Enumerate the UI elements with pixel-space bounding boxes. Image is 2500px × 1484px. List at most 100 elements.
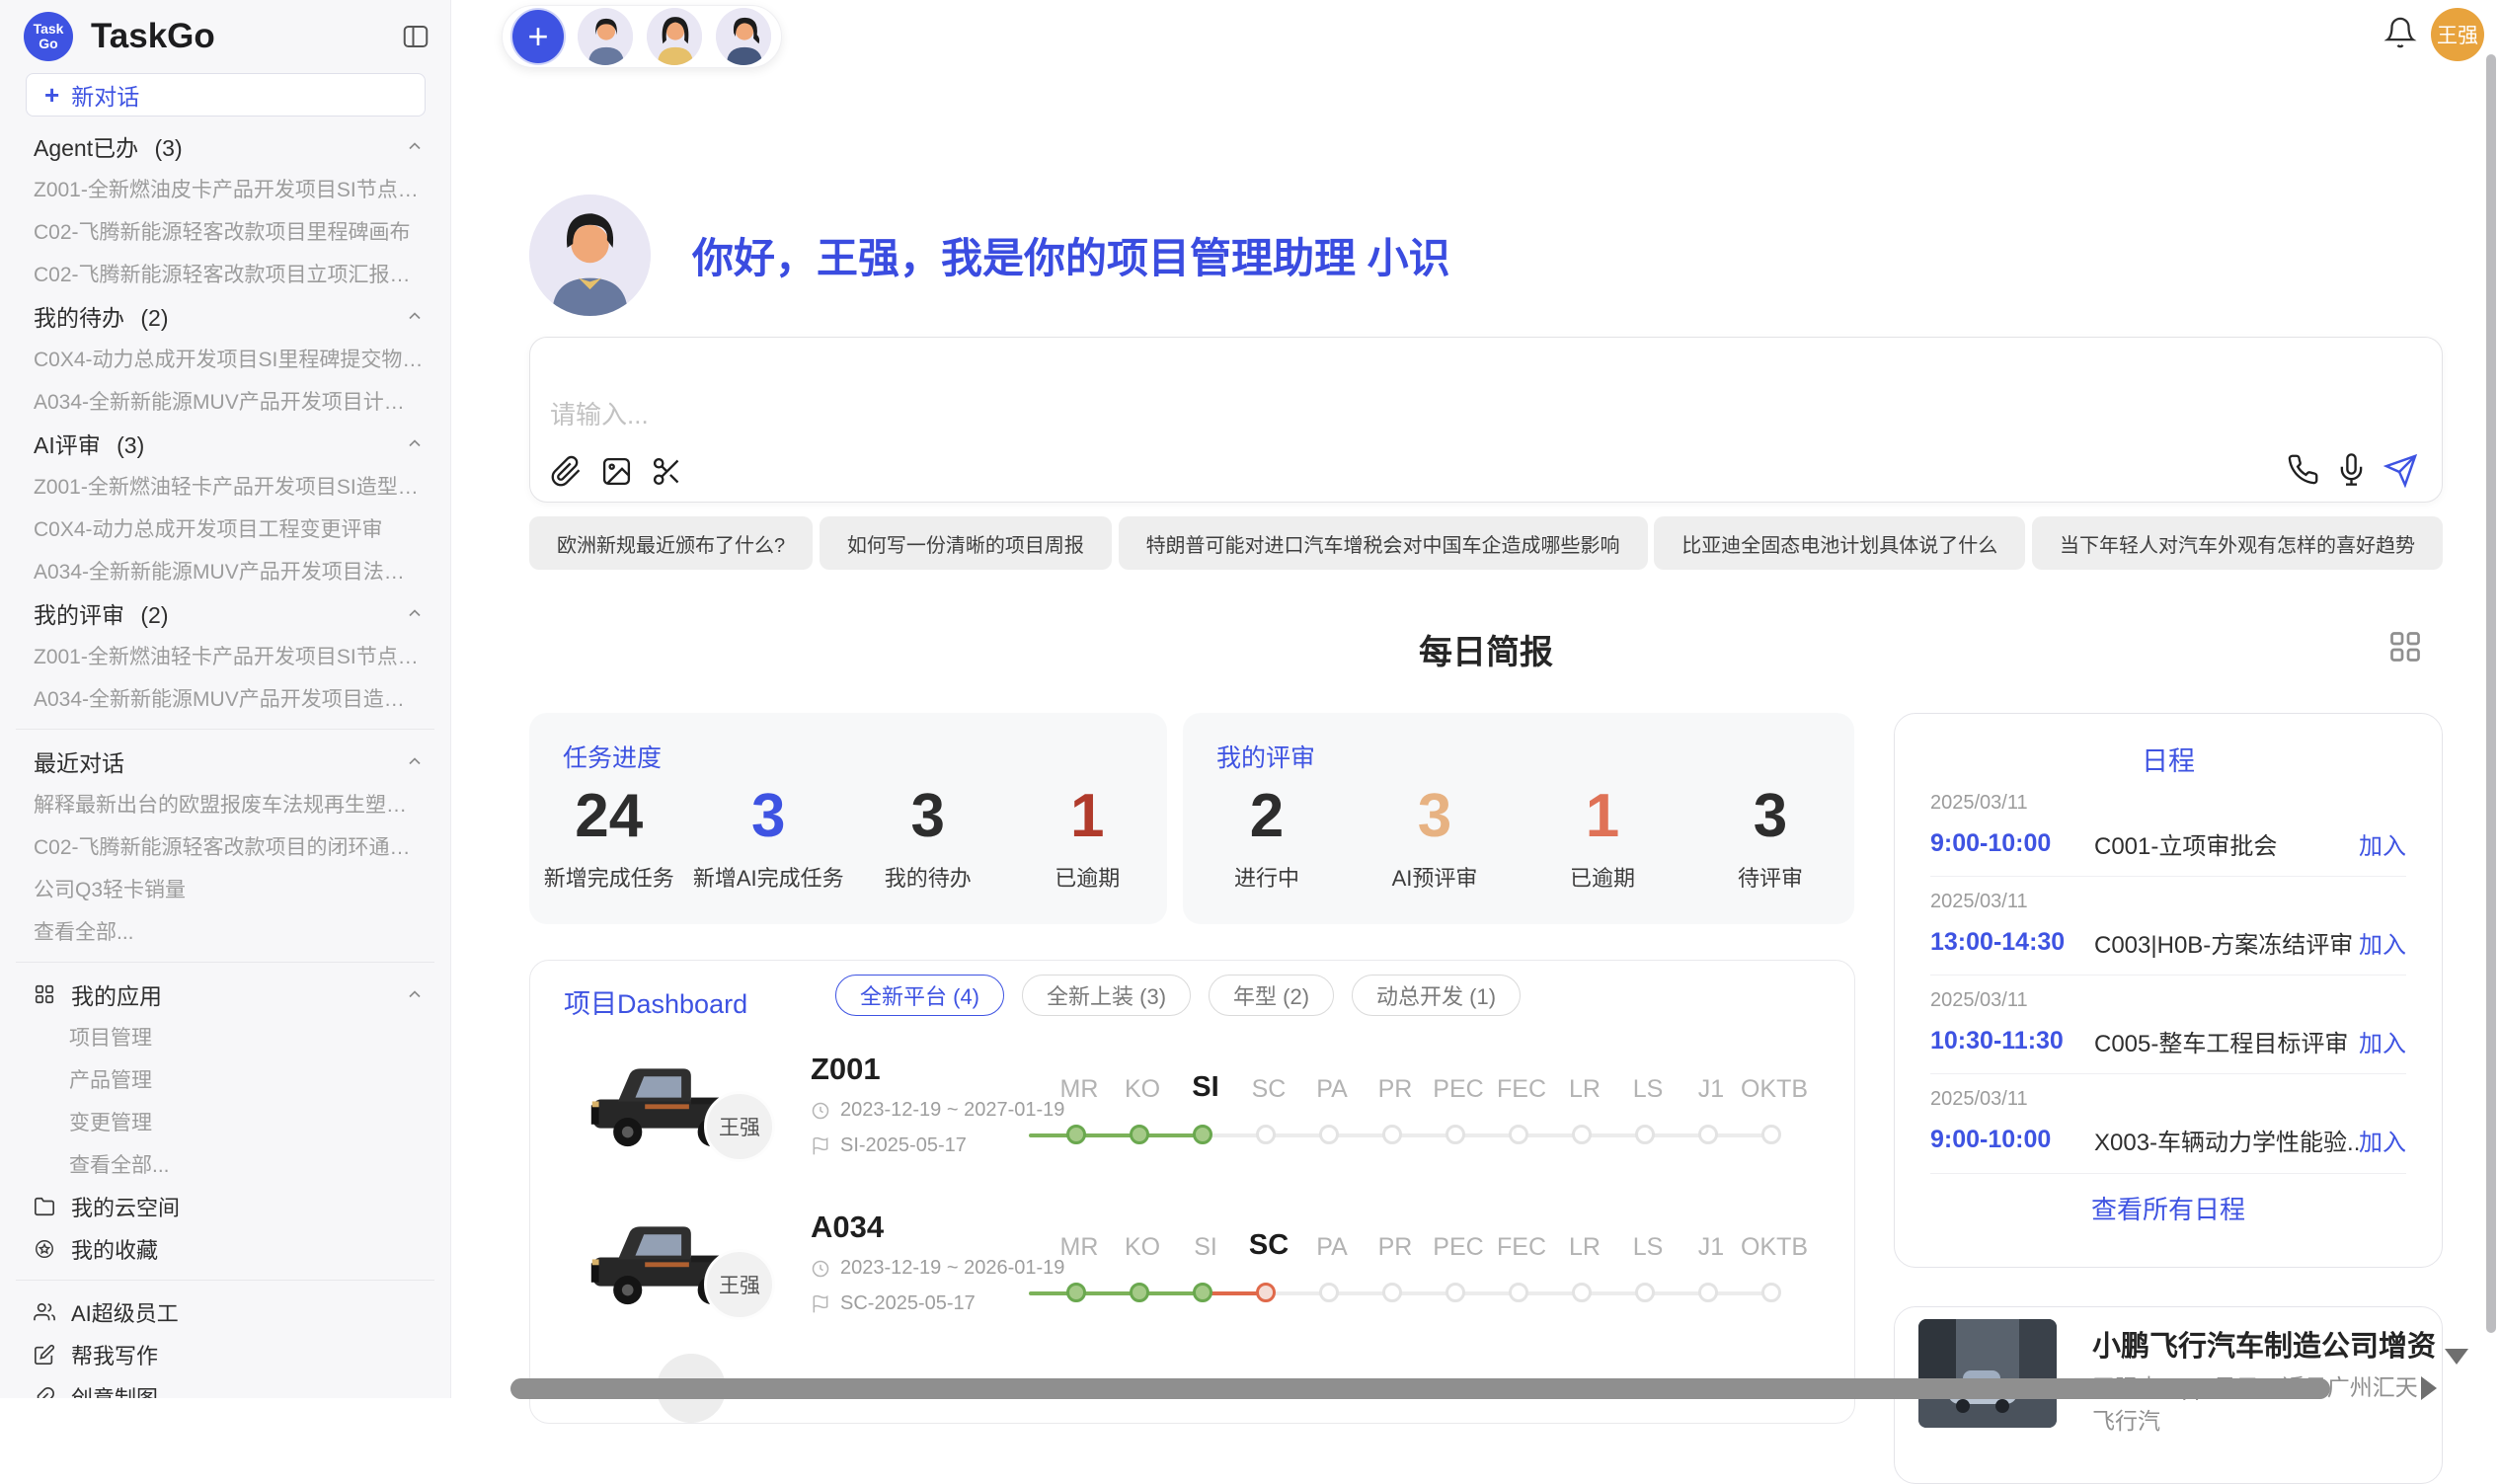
list-item[interactable]: A034-全新新能源MUV产品开发项目计划变更表编写 [0,379,450,422]
divider [16,1280,434,1281]
list-item[interactable]: 公司Q3轻卡销量 [0,867,450,909]
tab-new-platform[interactable]: 全新平台 (4) [835,975,1004,1016]
milestone-dot [1066,1283,1086,1302]
stat: 1 已逾期 [1008,784,1168,893]
stat-label: 进行中 [1183,861,1351,893]
sidebar-item-creative-drawing[interactable]: 创意制图 [0,1375,450,1398]
milestone-dot [1256,1125,1276,1144]
view-all-recent[interactable]: 查看全部... [0,909,450,952]
join-link[interactable]: 加入 [2359,1024,2406,1058]
chat-input-card [529,337,2443,503]
sidebar-collapse-icon[interactable] [401,22,430,51]
sidebar-item-change-mgmt[interactable]: 变更管理 [0,1100,450,1142]
suggestion-chip[interactable]: 特朗普可能对进口汽车增税会对中国车企造成哪些影响 [1119,516,1648,570]
view-all-schedule-link[interactable]: 查看所有日程 [1895,1190,2442,1226]
image-icon[interactable] [600,455,633,488]
list-item[interactable]: A034-全新新能源MUV产品开发项目造型可行性评审 [0,676,450,719]
project-row[interactable]: 王强 A034 2023-12-19 ~ 2026-01-19 SC-2025-… [530,1206,1855,1364]
milestone-label: LR [1569,1075,1601,1104]
avatar[interactable] [578,8,633,65]
section-header-ai-review[interactable]: AI评审 (3) [0,422,450,464]
notification-bell-icon[interactable] [2383,16,2417,49]
stat: 3 AI预评审 [1351,784,1519,893]
new-chat-button[interactable]: + 新对话 [26,73,426,117]
horizontal-scrollbar[interactable] [510,1378,2330,1399]
send-icon[interactable] [2383,453,2416,486]
list-item[interactable]: C0X4-动力总成开发项目SI里程碑提交物检查 [0,337,450,379]
card-title: 我的评审 [1216,739,1315,774]
view-all-apps[interactable]: 查看全部... [0,1142,450,1185]
sidebar-item-favorites[interactable]: 我的收藏 [0,1227,450,1270]
logo-text-bottom: Go [39,37,57,51]
list-item[interactable]: C0X4-动力总成开发项目工程变更评审 [0,507,450,549]
section-header-agent-done[interactable]: Agent已办 (3) [0,124,450,167]
stat: 3 新增AI完成任务 [689,784,849,893]
chevron-up-icon [405,306,425,326]
add-contact-button[interactable]: + [512,10,564,63]
section-count: (2) [140,305,168,331]
suggestion-chip[interactable]: 当下年轻人对汽车外观有怎样的喜好趋势 [2032,516,2443,570]
project-dates: 2023-12-19 ~ 2027-01-19 [811,1099,1064,1122]
chevron-up-icon [405,603,425,623]
milestone-dot [1509,1125,1528,1144]
section-header-my-review[interactable]: 我的评审 (2) [0,591,450,634]
suggestion-chip[interactable]: 欧洲新规最近颁布了什么? [529,516,813,570]
stat-value: 24 [529,784,689,849]
suggestion-chip[interactable]: 比亚迪全固态电池计划具体说了什么 [1654,516,2025,570]
chevron-up-icon [405,751,425,771]
briefing-layout-icon[interactable] [2387,629,2423,664]
section-header-my-apps[interactable]: 我的应用 [0,973,450,1015]
attachment-icon[interactable] [550,455,583,488]
join-link[interactable]: 加入 [2359,1123,2406,1157]
sidebar-item-help-me-write[interactable]: 帮我写作 [0,1333,450,1375]
tab-year-model[interactable]: 年型 (2) [1209,975,1334,1016]
chat-input[interactable] [550,395,2228,442]
milestone-dot [1445,1125,1465,1144]
milestone-label: KO [1125,1233,1160,1262]
microphone-icon[interactable] [2335,453,2368,486]
schedule-item: 2025/03/11 13:00-14:30 C003|H0B-方案冻结评审 加… [1930,877,2406,976]
milestone-label: PR [1378,1233,1413,1262]
project-row[interactable]: 王强 Z001 2023-12-19 ~ 2027-01-19 SI-2025-… [530,1048,1855,1206]
list-item[interactable]: Z001-全新燃油轻卡产品开发项目SI造型提交物评审 [0,464,450,507]
list-item[interactable]: 解释最新出台的欧盟报废车法规再生塑料比例被调至15%... [0,782,450,824]
briefing-title: 每日简报 [529,625,2443,673]
join-link[interactable]: 加入 [2359,826,2406,861]
user-initials: 王强 [2437,20,2478,49]
tab-powertrain[interactable]: 动总开发 (1) [1352,975,1521,1016]
schedule-time: 9:00-10:00 [1930,829,2094,858]
sidebar-item-project-mgmt[interactable]: 项目管理 [0,1015,450,1057]
section-header-recent[interactable]: 最近对话 [0,740,450,782]
list-item[interactable]: A034-全新新能源MUV产品开发项目法规符合性评审 [0,549,450,591]
section-header-my-todo[interactable]: 我的待办 (2) [0,294,450,337]
sidebar-item-product-mgmt[interactable]: 产品管理 [0,1057,450,1100]
stat-label: 待评审 [1686,861,1854,893]
scissors-icon[interactable] [651,455,683,488]
divider [16,962,434,963]
vertical-scrollbar[interactable] [2486,54,2496,1333]
user-avatar[interactable]: 王强 [2431,8,2484,61]
list-item[interactable]: C02-飞腾新能源轻客改款项目里程碑画布 [0,209,450,252]
suggestion-chip[interactable]: 如何写一份清晰的项目周报 [820,516,1112,570]
list-item[interactable]: C02-飞腾新能源轻客改款项目立项汇报方案 [0,252,450,294]
list-item[interactable]: C02-飞腾新能源轻客改款项目的闭环通告反馈情况 [0,824,450,867]
phone-icon[interactable] [2287,453,2319,486]
sidebar-item-ai-super-staff[interactable]: AI超级员工 [0,1290,450,1333]
milestone-label-current: SI [1192,1071,1218,1104]
sidebar-item-cloud-space[interactable]: 我的云空间 [0,1185,450,1227]
star-badge-icon [34,1238,55,1260]
list-item[interactable]: Z001-全新燃油皮卡产品开发项目SI节点Lesson Learn报告 [0,167,450,209]
tab-new-body[interactable]: 全新上装 (3) [1022,975,1191,1016]
plus-icon: + [44,80,59,111]
stat-value: 2 [1183,784,1351,849]
join-link[interactable]: 加入 [2359,925,2406,960]
scroll-right-icon[interactable] [2421,1376,2437,1400]
avatar[interactable] [647,8,702,65]
my-review-card: 我的评审 2 进行中 3 AI预评审 1 已逾期 3 待评审 [1183,713,1854,924]
clock-icon [811,1101,830,1121]
list-item[interactable]: Z001-全新燃油轻卡产品开发项目SI节点属性5D文件评审 [0,634,450,676]
avatar[interactable] [716,8,771,65]
schedule-name: C005-整车工程目标评审 [2094,1024,2359,1058]
scroll-down-icon[interactable] [2445,1349,2468,1365]
milestone-label: SC [1252,1075,1287,1104]
